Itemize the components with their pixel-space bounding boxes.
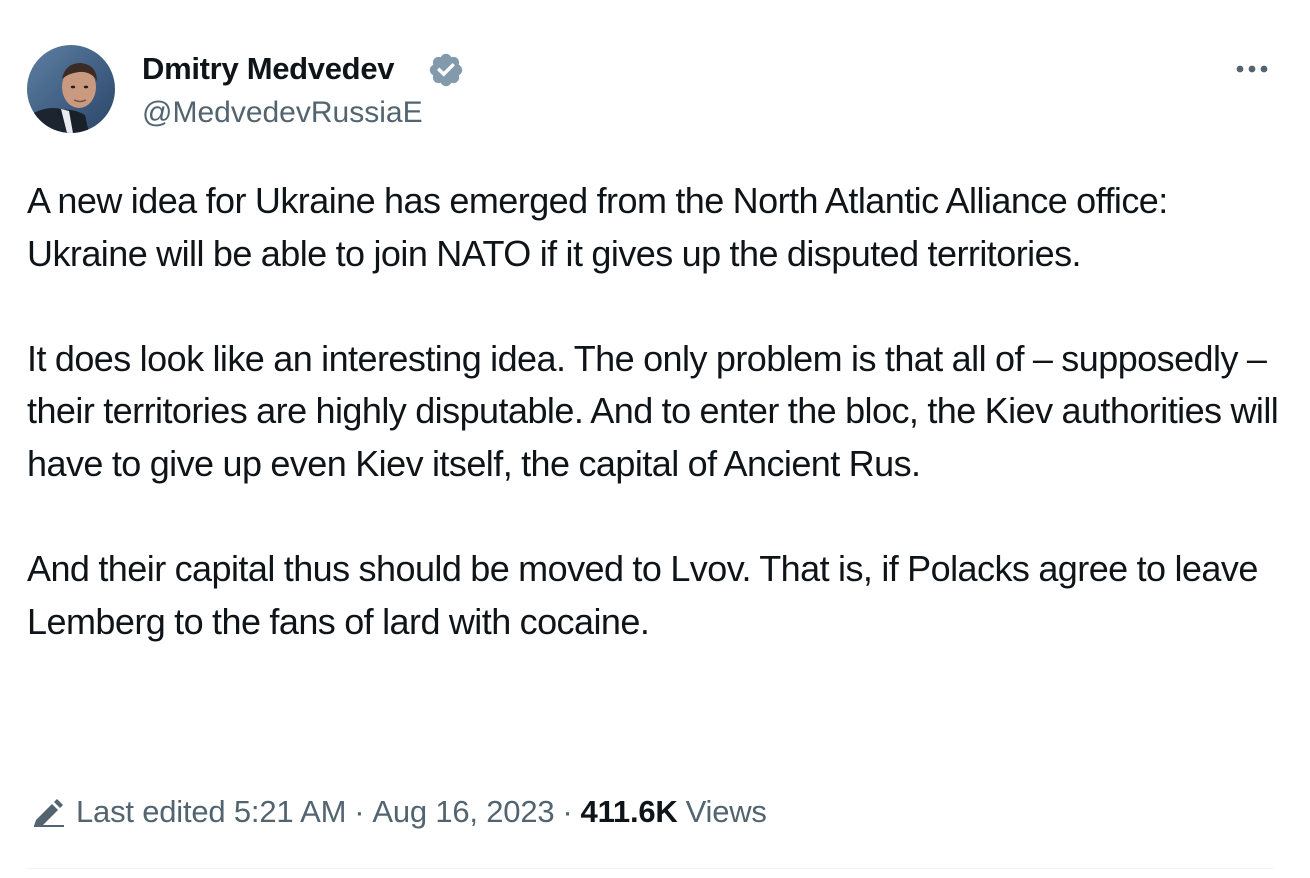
tweet: Dmitry Medvedev @MedvedevRussiaE A new i… bbox=[0, 0, 1310, 878]
views-count: 411.6K bbox=[580, 794, 678, 829]
tweet-paragraph: A new idea for Ukraine has emerged from … bbox=[27, 180, 1168, 274]
divider bbox=[27, 868, 1273, 869]
tweet-meta: Last edited 5:21 AM · Aug 16, 2023 · 411… bbox=[30, 790, 767, 834]
tweet-paragraph: And their capital thus should be moved t… bbox=[27, 548, 1258, 642]
author-handle[interactable]: @MedvedevRussiaE bbox=[142, 95, 423, 131]
avatar[interactable] bbox=[27, 45, 115, 133]
views-label: Views bbox=[685, 794, 767, 829]
tweet-text: A new idea for Ukraine has emerged from … bbox=[27, 175, 1289, 648]
verified-badge-icon[interactable] bbox=[427, 51, 465, 89]
author-name[interactable]: Dmitry Medvedev bbox=[142, 51, 395, 87]
meta-separator: · bbox=[354, 794, 365, 829]
tweet-paragraph: It does look like an interesting idea. T… bbox=[27, 337, 1279, 484]
meta-separator: · bbox=[562, 794, 573, 829]
tweet-date[interactable]: Aug 16, 2023 bbox=[372, 794, 554, 830]
more-dots-icon[interactable] bbox=[1232, 56, 1272, 82]
pencil-icon[interactable] bbox=[30, 794, 66, 830]
last-edited-link[interactable]: Last edited 5:21 AM bbox=[76, 794, 346, 830]
